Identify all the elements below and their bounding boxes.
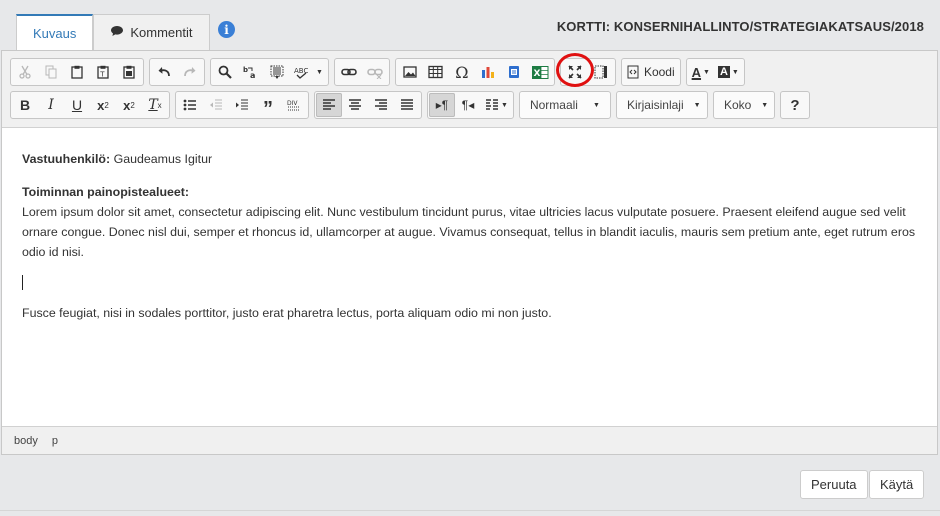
paste-word-icon[interactable] [116,60,142,84]
path-body[interactable]: body [14,435,38,447]
show-blocks-icon[interactable] [588,60,614,84]
justify-icon[interactable] [394,93,420,117]
help-button[interactable]: ? [782,93,808,117]
excel-button[interactable]: X [527,60,553,84]
create-div-icon[interactable]: DIV [281,93,307,117]
cut-icon[interactable] [12,60,38,84]
align-left-icon[interactable] [316,93,342,117]
blockquote-icon[interactable]: ” [255,93,281,119]
comment-icon [110,25,124,40]
view-group [559,58,616,86]
unlink-icon[interactable] [362,60,388,84]
paste-icon[interactable] [64,60,90,84]
image-icon[interactable] [397,60,423,84]
search-icon[interactable] [212,60,238,84]
responsible-person-value: Gaudeamus Igitur [113,152,213,166]
bulleted-list-icon[interactable] [177,93,203,117]
underline-icon[interactable]: U [64,93,90,117]
text-cursor [22,275,23,290]
redo-icon[interactable] [177,60,203,84]
editor-toolbar: T ba ABC ▼ Ω X Koodi A ▼ A ▼ B I U x 2 x… [2,51,937,128]
svg-text:DIV: DIV [287,100,298,107]
rich-text-editor: T ba ABC ▼ Ω X Koodi A ▼ A ▼ B I U x 2 x… [1,50,938,455]
focus-areas-text: Lorem ipsum dolor sit amet, consectetur … [22,205,916,259]
bold-icon[interactable]: B [12,93,38,117]
elements-path-bar: body p [2,426,937,454]
help-label: ? [790,96,800,114]
color-group: A ▼ A ▼ [685,58,745,86]
focus-areas-heading-text: Toiminnan painopistealueet: [22,185,190,199]
link-group [333,58,390,86]
tab-kommentit-label: Kommentit [130,25,193,40]
footer-divider [0,510,940,511]
tab-kuvaus-label: Kuvaus [33,26,77,41]
align-right-icon[interactable] [368,93,394,117]
language-icon[interactable]: ▼ [481,93,512,117]
focus-areas-heading: Toiminnan painopistealueet: [22,182,917,202]
special-char-icon[interactable]: Ω [449,60,475,84]
last-paragraph: Fusce feugiat, nisi in sodales porttitor… [22,306,552,320]
outdent-icon[interactable] [203,93,229,117]
table-icon[interactable] [423,60,449,84]
path-p[interactable]: p [52,435,58,447]
format-select[interactable]: Normaali ▼ [518,91,611,119]
superscript-icon[interactable]: x2 [116,93,142,117]
apply-button[interactable]: Käytä [869,470,925,499]
document-icon[interactable] [501,60,527,84]
maximize-icon[interactable] [562,60,588,84]
font-select-value: Kirjaisinlaji [626,98,684,112]
link-icon[interactable] [336,60,362,84]
help-group: ? [779,91,810,119]
card-title: KORTTI: KONSERNIHALLINTO/STRATEGIAKATSAU… [556,19,924,34]
basic-style-group: B I U x2 x2 Tx [10,91,170,119]
replace-icon[interactable]: ba [238,60,264,84]
tab-kuvaus[interactable]: Kuvaus [16,14,94,51]
info-icon[interactable]: i [218,21,235,38]
svg-text:b: b [243,66,248,74]
size-select-value: Koko [723,98,752,112]
cancel-button[interactable]: Peruuta [800,470,868,499]
align-group [314,91,422,119]
chart-icon[interactable] [475,60,501,84]
spellcheck-icon[interactable]: ABC ▼ [290,60,327,84]
clipboard-group: T [10,58,144,86]
select-all-icon[interactable] [264,60,290,84]
editor-content[interactable]: Vastuuhenkilö: Gaudeamus Igitur Toiminna… [2,129,937,427]
background-color-icon[interactable]: A ▼ [714,60,743,84]
insert-group: Ω X [394,58,555,86]
svg-text:X: X [533,69,540,79]
ltr-icon[interactable]: ▸¶ [429,93,455,117]
source-code-button[interactable]: Koodi [623,60,679,84]
direction-group: ▸¶ ¶◂ ▼ [427,91,514,119]
indent-icon[interactable] [229,93,255,117]
responsible-person-line: Vastuuhenkilö: Gaudeamus Igitur [22,149,917,169]
rtl-icon[interactable]: ¶◂ [455,93,481,117]
svg-text:T: T [99,71,105,79]
text-color-icon[interactable]: A ▼ [688,60,714,84]
source-group: Koodi [620,58,681,86]
size-select[interactable]: Koko ▼ [712,91,775,119]
undo-icon[interactable] [151,60,177,84]
tab-bar: Kuvaus Kommentit [16,14,210,51]
font-select[interactable]: Kirjaisinlaji ▼ [615,91,708,119]
align-center-icon[interactable] [342,93,368,117]
italic-icon[interactable]: I [38,93,64,117]
responsible-person-label: Vastuuhenkilö: [22,152,111,166]
format-select-value: Normaali [529,98,578,112]
svg-text:a: a [250,71,255,79]
undo-group [149,58,205,86]
subscript-icon[interactable]: x2 [90,93,116,117]
remove-format-icon[interactable]: Tx [142,93,168,117]
paste-text-icon[interactable]: T [90,60,116,84]
copy-icon[interactable] [38,60,64,84]
find-group: ba ABC ▼ [210,58,329,86]
tab-kommentit[interactable]: Kommentit [93,14,210,50]
source-code-label: Koodi [643,65,675,79]
svg-text:ABC: ABC [294,67,308,75]
empty-paragraph [22,275,917,290]
paragraph-group: ” DIV [175,91,309,119]
